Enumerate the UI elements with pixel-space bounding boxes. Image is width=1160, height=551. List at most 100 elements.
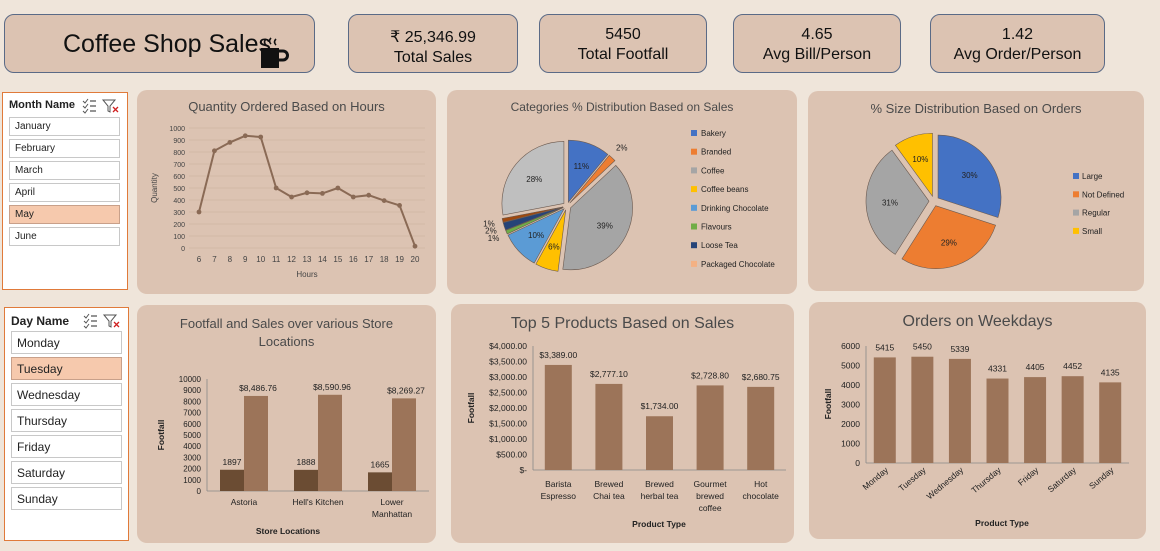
slicer-item-tuesday[interactable]: Tuesday [11, 357, 122, 380]
kpi-label: Total Sales [393, 49, 473, 66]
data-point [335, 185, 341, 191]
x-tick-label: 20 [411, 255, 420, 264]
slice-label: 2% [616, 144, 628, 153]
legend-swatch [1073, 191, 1079, 198]
y-tick-label: 300 [173, 210, 185, 217]
legend-swatch [691, 223, 697, 230]
x-tick-label: Brewed [645, 479, 674, 489]
data-label: $8,486.76 [239, 383, 277, 393]
slicer-item-sunday[interactable]: Sunday [11, 487, 122, 510]
slicer-item-friday[interactable]: Friday [11, 435, 122, 458]
y-tick-label: 1000 [183, 476, 201, 485]
clear-filter-icon[interactable] [101, 99, 119, 113]
slicer-item-january[interactable]: January [9, 117, 120, 136]
x-tick-label: Tuesday [896, 464, 928, 493]
slicer-item-april[interactable]: April [9, 183, 120, 202]
slicer-toolbar [83, 313, 120, 329]
bar [948, 358, 971, 463]
x-axis-label: Product Type [975, 518, 1029, 528]
slicer-item-february[interactable]: February [9, 139, 120, 158]
hours-chart-card: Quantity Ordered Based on Hours 0 100 200 3… [137, 90, 436, 294]
data-point [258, 134, 264, 140]
y-tick-label: $3,500.00 [489, 357, 527, 367]
y-tick-label: $1,500.00 [489, 419, 527, 429]
bar [1061, 376, 1084, 463]
x-tick-label: Espresso [541, 491, 577, 501]
x-tick-label: Wednesday [925, 464, 966, 501]
y-tick-label: 3000 [183, 453, 201, 462]
bar [873, 357, 896, 463]
products-chart-card: Top 5 Products Based on Sales $- $500.00 $… [451, 304, 794, 543]
products-bar-chart: $- $500.00 $1,000.00 $1,500.00 $2,000.00 $2,5… [466, 341, 786, 529]
slice-label: 1% [483, 219, 495, 228]
x-tick-label: 17 [364, 255, 373, 264]
slicer-item-thursday[interactable]: Thursday [11, 409, 122, 432]
slicer-item-june[interactable]: June [9, 227, 120, 246]
data-label: $2,777.10 [590, 369, 628, 379]
x-tick-label: 14 [318, 255, 327, 264]
data-label: 5415 [875, 342, 894, 352]
y-tick-label: 0 [197, 487, 202, 496]
x-tick-label: 9 [243, 255, 248, 264]
kpi-label: Total Footfall [577, 46, 669, 63]
x-tick-label: Thursday [969, 464, 1003, 495]
x-tick-label: Manhattan [372, 509, 412, 519]
legend-label: Bakery [701, 129, 726, 138]
stores-chart-card: Footfall and Sales over various Store Lo… [137, 305, 436, 543]
x-tick-label: 11 [272, 255, 281, 264]
data-label: 5339 [950, 344, 969, 354]
multi-select-icon[interactable] [83, 313, 97, 329]
bar [392, 398, 416, 491]
slicer-item-monday[interactable]: Monday [11, 331, 122, 354]
slice-label: 10% [528, 231, 544, 240]
y-tick-label: 6000 [841, 341, 860, 351]
y-tick-label: 1000 [169, 126, 185, 133]
x-tick-label: brewed [696, 491, 724, 501]
bar [220, 469, 244, 491]
slicer-item-may[interactable]: May [9, 205, 120, 224]
y-tick-label: 3000 [841, 400, 860, 410]
legend-label: Loose Tea [701, 241, 738, 250]
data-label: 1888 [297, 457, 316, 467]
y-tick-label: 5000 [183, 431, 201, 440]
slicer-item-wednesday[interactable]: Wednesday [11, 383, 122, 406]
bar [244, 395, 268, 491]
y-axis-label: Quantity [150, 173, 159, 203]
data-point [366, 192, 372, 198]
multi-select-icon[interactable] [82, 98, 96, 114]
slicer-item-saturday[interactable]: Saturday [11, 461, 122, 484]
x-tick-label: Brewed [594, 479, 623, 489]
y-tick-label: 4000 [841, 380, 860, 390]
y-tick-label: 10000 [179, 375, 202, 384]
bar [696, 385, 724, 470]
legend-swatch [691, 130, 697, 136]
y-axis-label: Footfall [823, 389, 833, 420]
data-point [304, 190, 310, 196]
legend-swatch [1073, 209, 1079, 216]
data-point [273, 185, 279, 191]
kpi-label: Avg Order/Person [953, 46, 1082, 63]
data-label: 5450 [913, 342, 932, 352]
kpi-total-sales: ₹ 25,346.99 Total Sales [348, 14, 518, 73]
kpi-total-footfall: 5450 Total Footfall [539, 14, 707, 73]
y-tick-label: 6000 [183, 420, 201, 429]
x-tick-label: 7 [212, 255, 217, 264]
y-tick-label: 1000 [841, 439, 860, 449]
data-label: $8,269.27 [387, 385, 425, 395]
kpi-value: 4.65 [801, 26, 833, 43]
x-tick-label: chocolate [743, 491, 780, 501]
y-axis-label: Footfall [466, 393, 476, 424]
clear-filter-icon[interactable] [102, 314, 120, 328]
y-tick-label: 2000 [183, 465, 201, 474]
legend-label: Not Defined [1082, 190, 1124, 199]
data-label: $3,389.00 [539, 350, 577, 360]
y-tick-label: 500 [173, 186, 185, 193]
kpi-value: ₹ 25,346.99 [390, 29, 476, 46]
day-slicer: Day Name Monday Tuesday Wednesday Thursday F… [4, 307, 129, 541]
y-tick-label: 0 [855, 458, 860, 468]
y-tick-label: $- [519, 465, 527, 475]
slicer-item-march[interactable]: March [9, 161, 120, 180]
bar [318, 394, 342, 491]
x-tick-label: Hot [754, 479, 768, 489]
x-tick-label: 6 [197, 255, 202, 264]
